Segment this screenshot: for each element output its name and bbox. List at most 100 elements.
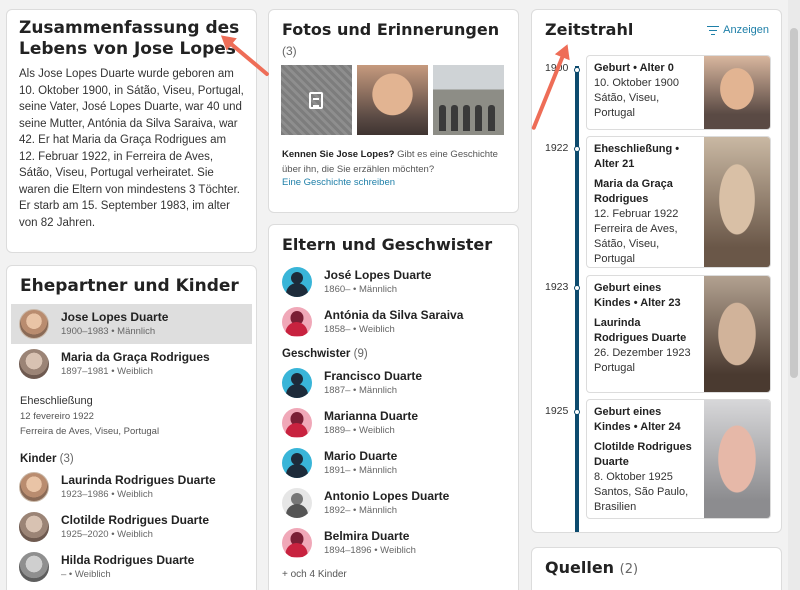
person-row-self[interactable]: Jose Lopes Duarte 1900–1983 • Männlich xyxy=(11,304,252,344)
person-name: Clotilde Rodrigues Duarte xyxy=(61,512,210,527)
photo-thumbnail-portrait[interactable] xyxy=(357,65,428,135)
person-row-sibling[interactable]: Francisco Duarte 1887– • Männlich xyxy=(269,363,518,403)
photo-thumbnail-group[interactable] xyxy=(433,65,504,135)
timeline-event-person: Maria da Graça Rodrigues xyxy=(594,178,673,205)
person-row-sibling[interactable]: Antonio Lopes Duarte 1892– • Männlich xyxy=(269,483,518,523)
page-scrollbar[interactable] xyxy=(788,0,800,590)
timeline-event-child-birth[interactable]: Geburt eines Kindes • Alter 23 Laurinda … xyxy=(586,275,771,393)
timeline-line xyxy=(575,66,579,532)
person-photo-avatar xyxy=(19,309,49,339)
person-row-spouse[interactable]: Maria da Graça Rodrigues 1897–1981 • Wei… xyxy=(7,344,256,384)
person-name: Hilda Rodrigues Duarte xyxy=(61,552,195,567)
marriage-place: Ferreira de Aves, Viseu, Portugal xyxy=(20,426,160,437)
person-row-child[interactable]: Laurinda Rodrigues Duarte 1923–1986 • We… xyxy=(7,467,256,507)
person-photo-avatar xyxy=(19,472,49,502)
write-story-link[interactable]: Eine Geschichte schreiben xyxy=(282,177,505,188)
timeline-year: 1923 xyxy=(545,281,569,293)
male-avatar-icon xyxy=(282,448,312,478)
timeline-dot xyxy=(574,409,580,415)
photos-memories-card: Fotos und Erinnerungen (3) Kennen Sie Jo… xyxy=(268,9,519,213)
timeline-event-title: Geburt eines Kindes • Alter 24 xyxy=(594,406,681,433)
person-meta: 1891– • Männlich xyxy=(324,464,398,476)
timeline-event-title: Geburt eines Kindes • Alter 23 xyxy=(594,282,681,309)
person-name: Jose Lopes Duarte xyxy=(61,309,169,324)
timeline-event-photo xyxy=(704,137,770,267)
male-avatar-icon xyxy=(282,267,312,297)
more-children-link[interactable]: + och 4 Kinder xyxy=(269,563,518,586)
timeline-filter-button[interactable]: Anzeigen xyxy=(707,24,769,36)
person-name: Mario Duarte xyxy=(324,448,398,463)
timeline-event-person: Clotilde Rodrigues Duarte xyxy=(594,441,692,468)
person-name: Belmira Duarte xyxy=(324,528,410,543)
story-prompt: Kennen Sie Jose Lopes? Gibt es eine Gesc… xyxy=(282,149,498,175)
siblings-heading: Geschwister (9) xyxy=(282,348,368,360)
male-avatar-icon xyxy=(282,368,312,398)
person-name: Laurinda Rodrigues Duarte xyxy=(61,472,216,487)
person-meta: 1858– • Weiblich xyxy=(324,323,395,335)
timeline-event-birth[interactable]: Geburt • Alter 0 10. Oktober 1900 Sátão,… xyxy=(586,55,771,130)
parents-siblings-card: Eltern und Geschwister José Lopes Duarte… xyxy=(268,224,519,590)
timeline-year: 1922 xyxy=(545,142,569,154)
timeline-event-photo xyxy=(704,56,770,129)
timeline-event-title: Eheschließung • Alter 21 xyxy=(594,143,680,170)
filter-icon xyxy=(707,25,720,35)
timeline-dot xyxy=(574,67,580,73)
timeline-event-photo xyxy=(704,276,770,392)
photos-count: (3) xyxy=(282,44,297,58)
filter-label: Anzeigen xyxy=(723,24,769,36)
marriage-date: 12 fevereiro 1922 xyxy=(20,411,94,422)
person-name: Maria da Graça Rodrigues xyxy=(61,349,210,364)
marriage-info: Eheschließung 12 fevereiro 1922 Ferreira… xyxy=(7,384,256,443)
person-meta: – • Weiblich xyxy=(61,568,111,580)
timeline-event-details: 12. Februar 1922 Ferreira de Aves, Sátão… xyxy=(594,208,679,265)
person-name: Antonio Lopes Duarte xyxy=(324,488,450,503)
timeline-year: 1925 xyxy=(545,405,569,417)
timeline-event-person: Laurinda Rodrigues Duarte xyxy=(594,317,687,344)
timeline-event-details: 10. Oktober 1900 Sátão, Viseu, Portugal xyxy=(594,77,680,119)
person-photo-avatar xyxy=(19,512,49,542)
timeline-dot xyxy=(574,146,580,152)
timeline-event-details: 8. Oktober 1925 Santos, São Paulo, Brasi… xyxy=(594,471,689,513)
parents-siblings-title: Eltern und Geschwister xyxy=(282,235,493,254)
person-meta: 1894–1896 • Weiblich xyxy=(324,544,416,556)
person-meta: 1900–1983 • Männlich xyxy=(61,325,156,337)
person-name: Francisco Duarte xyxy=(324,368,423,383)
person-row-father[interactable]: José Lopes Duarte 1860– • Männlich xyxy=(269,262,518,302)
person-photo-avatar xyxy=(282,488,312,518)
photo-thumbnails xyxy=(281,65,505,135)
person-meta: 1889– • Weiblich xyxy=(324,424,395,436)
female-avatar-icon xyxy=(282,528,312,558)
timeline-dot xyxy=(574,285,580,291)
person-meta: 1892– • Männlich xyxy=(324,504,398,516)
timeline-event-marriage[interactable]: Eheschließung • Alter 21 Maria da Graça … xyxy=(586,136,771,268)
person-row-sibling[interactable]: Mario Duarte 1891– • Männlich xyxy=(269,443,518,483)
person-row-child[interactable]: Clotilde Rodrigues Duarte 1925–2020 • We… xyxy=(7,507,256,547)
spouses-children-title: Ehepartner und Kinder xyxy=(20,276,239,296)
scrollbar-thumb[interactable] xyxy=(790,28,798,378)
life-summary-title: Zusammenfassung des Lebens von Jose Lope… xyxy=(19,18,240,59)
person-meta: 1923–1986 • Weiblich xyxy=(61,488,153,500)
person-meta: 1925–2020 • Weiblich xyxy=(61,528,153,540)
sources-title: Quellen (2) xyxy=(545,558,639,577)
person-row-child[interactable]: Hilda Rodrigues Duarte – • Weiblich xyxy=(7,547,256,587)
timeline-event-details: 26. Dezember 1923 Portugal xyxy=(594,347,691,374)
photos-title: Fotos und Erinnerungen xyxy=(282,20,500,39)
person-row-mother[interactable]: Antónia da Silva Saraiva 1858– • Weiblic… xyxy=(269,302,518,342)
timeline-event-child-birth[interactable]: Geburt eines Kindes • Alter 24 Clotilde … xyxy=(586,399,771,519)
person-photo-avatar xyxy=(19,552,49,582)
children-heading: Kinder (3) xyxy=(20,453,74,465)
person-meta: 1897–1981 • Weiblich xyxy=(61,365,153,377)
person-name: José Lopes Duarte xyxy=(324,267,432,282)
person-name: Marianna Duarte xyxy=(324,408,419,423)
photo-thumbnail-document[interactable] xyxy=(281,65,352,135)
life-summary-text: Als Jose Lopes Duarte wurde geboren am 1… xyxy=(19,68,244,229)
marriage-label: Eheschließung xyxy=(20,395,93,407)
person-meta: 1887– • Männlich xyxy=(324,384,398,396)
timeline-card: Zeitstrahl Anzeigen 1900 Geburt • Alter … xyxy=(531,9,782,533)
person-row-sibling[interactable]: Marianna Duarte 1889– • Weiblich xyxy=(269,403,518,443)
person-name: Antónia da Silva Saraiva xyxy=(324,307,464,322)
spouses-children-card: Ehepartner und Kinder Jose Lopes Duarte … xyxy=(6,265,257,590)
person-row-sibling[interactable]: Belmira Duarte 1894–1896 • Weiblich xyxy=(269,523,518,563)
female-avatar-icon xyxy=(282,408,312,438)
female-avatar-icon xyxy=(282,307,312,337)
